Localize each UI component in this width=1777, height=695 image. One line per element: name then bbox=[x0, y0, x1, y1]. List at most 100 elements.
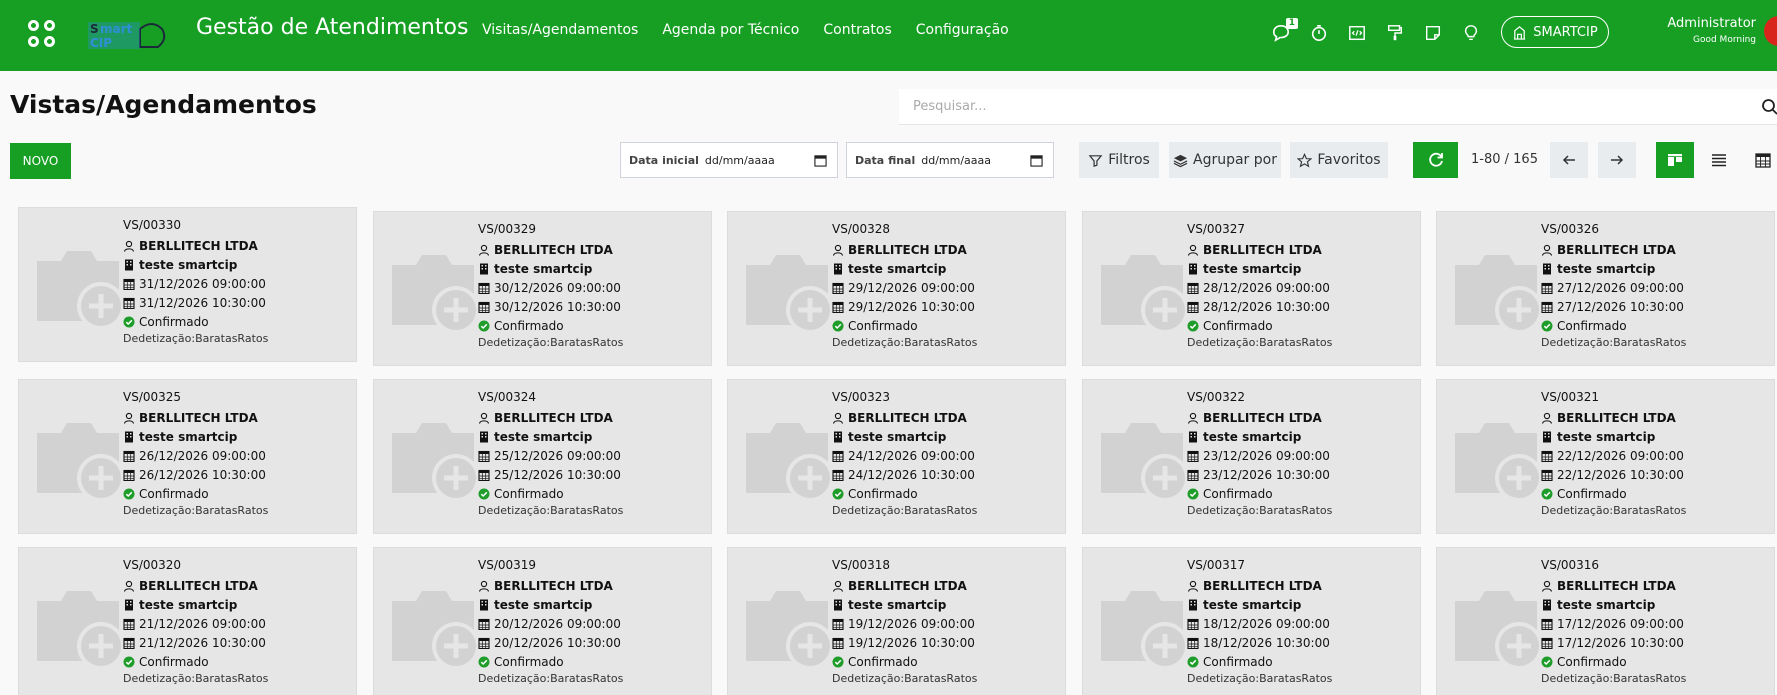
kanban-card[interactable]: VS/00329 BERLLITECH LTDA teste smartcip … bbox=[373, 211, 712, 366]
check-circle-icon bbox=[1187, 320, 1199, 331]
card-location: teste smartcip bbox=[123, 427, 353, 446]
card-partner-name: BERLLITECH LTDA bbox=[1557, 410, 1676, 425]
card-partner: BERLLITECH LTDA bbox=[123, 236, 353, 255]
card-start-date: 22/12/2026 09:00:00 bbox=[1557, 448, 1684, 463]
card-location-name: teste smartcip bbox=[494, 261, 593, 276]
favorites-button[interactable]: Favoritos bbox=[1290, 142, 1388, 178]
search-input[interactable] bbox=[899, 89, 1749, 123]
card-location: teste smartcip bbox=[123, 595, 353, 614]
kanban-card[interactable]: VS/00317 BERLLITECH LTDA teste smartcip … bbox=[1082, 547, 1421, 695]
kanban-card[interactable]: VS/00328 BERLLITECH LTDA teste smartcip … bbox=[727, 211, 1066, 366]
card-status: Confirmado bbox=[478, 652, 708, 671]
card-partner-name: BERLLITECH LTDA bbox=[139, 578, 258, 593]
user-icon bbox=[478, 580, 490, 592]
pager-next-button[interactable] bbox=[1598, 142, 1636, 178]
company-switcher-button[interactable]: SMARTCIP bbox=[1501, 16, 1609, 48]
kanban-card[interactable]: VS/00326 BERLLITECH LTDA teste smartcip … bbox=[1436, 211, 1775, 366]
card-status: Confirmado bbox=[123, 484, 353, 503]
kanban-card[interactable]: VS/00318 BERLLITECH LTDA teste smartcip … bbox=[727, 547, 1066, 695]
card-partner: BERLLITECH LTDA bbox=[1541, 240, 1771, 259]
card-body: VS/00321 BERLLITECH LTDA teste smartcip … bbox=[1541, 389, 1771, 519]
date-start-field[interactable]: Data inicial dd/mm/aaaa bbox=[620, 142, 838, 178]
kanban-card[interactable]: VS/00324 BERLLITECH LTDA teste smartcip … bbox=[373, 379, 712, 534]
filters-button[interactable]: Filtros bbox=[1079, 142, 1159, 178]
card-start: 18/12/2026 09:00:00 bbox=[1187, 614, 1417, 633]
card-ref: VS/00318 bbox=[832, 558, 891, 572]
menu-visitas[interactable]: Visitas/Agendamentos bbox=[482, 22, 638, 38]
image-placeholder-icon bbox=[392, 591, 480, 670]
card-start: 23/12/2026 09:00:00 bbox=[1187, 446, 1417, 465]
lightbulb-icon[interactable] bbox=[1458, 20, 1484, 46]
card-start-date: 31/12/2026 09:00:00 bbox=[139, 276, 266, 291]
card-ref: VS/00322 bbox=[1187, 390, 1246, 404]
kanban-card[interactable]: VS/00319 BERLLITECH LTDA teste smartcip … bbox=[373, 547, 712, 695]
card-location: teste smartcip bbox=[1187, 259, 1417, 278]
kanban-card[interactable]: VS/00320 BERLLITECH LTDA teste smartcip … bbox=[18, 547, 357, 695]
new-button[interactable]: NOVO bbox=[10, 143, 71, 179]
card-partner-name: BERLLITECH LTDA bbox=[848, 410, 967, 425]
building-icon bbox=[480, 263, 488, 274]
image-placeholder-icon bbox=[392, 255, 480, 334]
app-brand[interactable]: Gestão de Atendimentos bbox=[196, 15, 468, 40]
calendar-icon[interactable] bbox=[1030, 154, 1043, 167]
card-location: teste smartcip bbox=[832, 427, 1062, 446]
menu-agenda-tecnico[interactable]: Agenda por Técnico bbox=[662, 22, 799, 38]
kanban-card[interactable]: VS/00330 BERLLITECH LTDA teste smartcip … bbox=[18, 207, 357, 362]
pager-previous-button[interactable] bbox=[1550, 142, 1588, 178]
filters-label: Filtros bbox=[1108, 152, 1150, 168]
menu-contratos[interactable]: Contratos bbox=[823, 22, 891, 38]
search-icon[interactable] bbox=[1761, 98, 1777, 116]
kanban-card[interactable]: VS/00322 BERLLITECH LTDA teste smartcip … bbox=[1082, 379, 1421, 534]
card-end: 24/12/2026 10:30:00 bbox=[832, 465, 1062, 484]
card-status: Confirmado bbox=[832, 484, 1062, 503]
kanban-card[interactable]: VS/00321 BERLLITECH LTDA teste smartcip … bbox=[1436, 379, 1775, 534]
user-icon bbox=[123, 240, 135, 252]
pager-value[interactable]: 1-80 / 165 bbox=[1471, 152, 1538, 167]
view-calendar-button[interactable] bbox=[1744, 142, 1777, 178]
building-icon bbox=[480, 599, 488, 610]
kanban-card[interactable]: VS/00325 BERLLITECH LTDA teste smartcip … bbox=[18, 379, 357, 534]
kanban-card[interactable]: VS/00327 BERLLITECH LTDA teste smartcip … bbox=[1082, 211, 1421, 366]
smartcip-logo[interactable]: S mart CIP bbox=[88, 17, 174, 53]
sticky-note-icon[interactable] bbox=[1420, 20, 1446, 46]
avatar[interactable] bbox=[1764, 16, 1777, 46]
paint-roller-icon[interactable] bbox=[1382, 20, 1408, 46]
date-start-input[interactable]: dd/mm/aaaa bbox=[705, 154, 775, 167]
messages-icon[interactable]: 1 bbox=[1268, 18, 1298, 46]
stopwatch-icon[interactable] bbox=[1306, 20, 1332, 46]
date-end-field[interactable]: Data final dd/mm/aaaa bbox=[846, 142, 1054, 178]
apps-menu-icon[interactable] bbox=[28, 20, 58, 50]
card-location: teste smartcip bbox=[478, 427, 708, 446]
kanban-card[interactable]: VS/00316 BERLLITECH LTDA teste smartcip … bbox=[1436, 547, 1775, 695]
view-kanban-button[interactable] bbox=[1656, 142, 1694, 178]
card-end: 23/12/2026 10:30:00 bbox=[1187, 465, 1417, 484]
menu-configuracao[interactable]: Configuração bbox=[916, 22, 1009, 38]
card-status: Confirmado bbox=[1541, 484, 1771, 503]
building-icon bbox=[125, 599, 133, 610]
card-service: Dedetização:BaratasRatos bbox=[1187, 336, 1333, 349]
card-ref: VS/00327 bbox=[1187, 222, 1246, 236]
card-start-date: 29/12/2026 09:00:00 bbox=[848, 280, 975, 295]
code-icon[interactable] bbox=[1344, 20, 1370, 46]
reload-button[interactable] bbox=[1413, 142, 1458, 178]
card-body: VS/00317 BERLLITECH LTDA teste smartcip … bbox=[1187, 557, 1417, 687]
image-placeholder-icon bbox=[1455, 255, 1543, 334]
card-start: 31/12/2026 09:00:00 bbox=[123, 274, 353, 293]
user-greeting: Good Morning bbox=[1693, 35, 1756, 45]
calendar-icon[interactable] bbox=[814, 154, 827, 167]
kanban-card[interactable]: VS/00323 BERLLITECH LTDA teste smartcip … bbox=[727, 379, 1066, 534]
group-by-button[interactable]: Agrupar por bbox=[1169, 142, 1281, 178]
calendar-icon bbox=[478, 618, 490, 630]
card-partner-name: BERLLITECH LTDA bbox=[139, 410, 258, 425]
calendar-view-icon bbox=[1755, 153, 1771, 168]
view-list-button[interactable] bbox=[1700, 142, 1738, 178]
date-end-input[interactable]: dd/mm/aaaa bbox=[921, 154, 991, 167]
card-location-name: teste smartcip bbox=[848, 597, 947, 612]
user-icon bbox=[832, 580, 844, 592]
user-menu[interactable]: Administrator Good Morning bbox=[1650, 16, 1756, 45]
calendar-icon bbox=[1541, 637, 1553, 649]
user-icon bbox=[1187, 412, 1199, 424]
card-location-name: teste smartcip bbox=[848, 261, 947, 276]
card-location-name: teste smartcip bbox=[139, 429, 238, 444]
calendar-icon bbox=[1187, 450, 1199, 462]
